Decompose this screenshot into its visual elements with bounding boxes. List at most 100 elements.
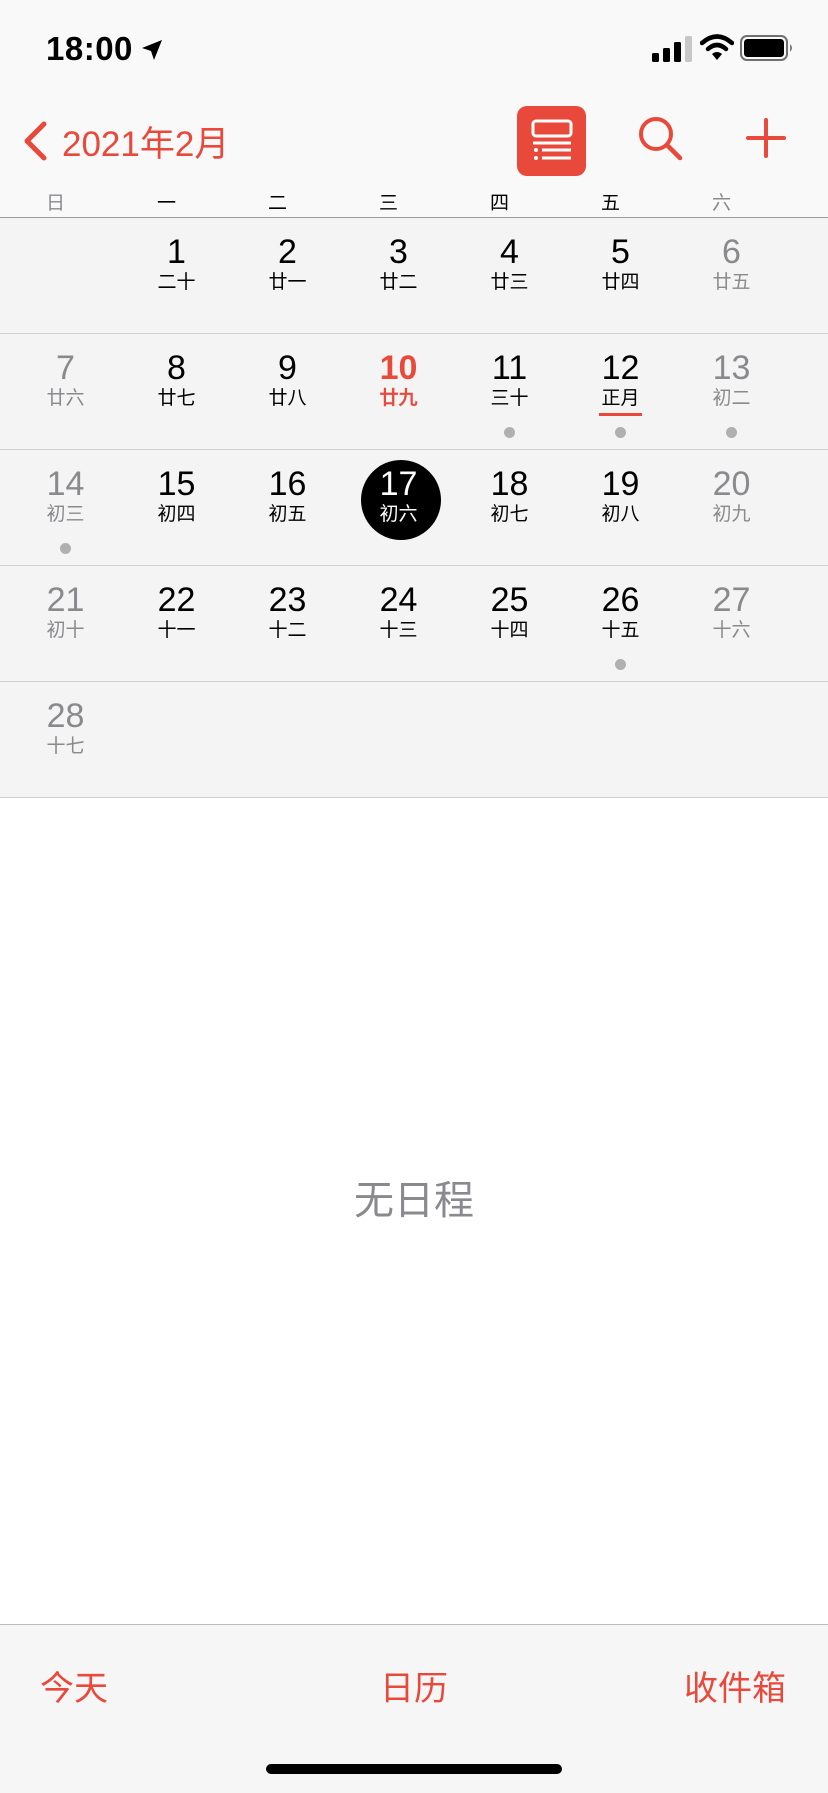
- day-cell[interactable]: 11 三十: [454, 334, 565, 449]
- day-cell[interactable]: 28 十七: [10, 682, 121, 797]
- day-cell-selected[interactable]: 17 初六: [343, 450, 454, 565]
- calendars-button[interactable]: 日历: [380, 1661, 448, 1710]
- day-number: 9: [278, 349, 297, 387]
- day-number: 6: [722, 233, 741, 271]
- list-view-toggle-button[interactable]: [517, 106, 586, 176]
- chevron-left-icon: [24, 121, 47, 161]
- day-number: 13: [712, 349, 751, 387]
- cellular-signal-icon: [652, 36, 692, 62]
- day-cell[interactable]: 3 廿二: [343, 218, 454, 333]
- week-row: 28 十七: [0, 682, 828, 798]
- today-button[interactable]: 今天: [40, 1661, 108, 1710]
- day-cell[interactable]: 22 十一: [121, 566, 232, 681]
- lunar-date: 十四: [490, 620, 529, 641]
- lunar-date: 廿八: [268, 388, 307, 409]
- day-number: 24: [379, 581, 418, 619]
- day-cell[interactable]: 16 初五: [232, 450, 343, 565]
- day-number: 23: [268, 581, 307, 619]
- status-bar: 18:00: [0, 0, 828, 92]
- day-cell-today[interactable]: 10 廿九: [343, 334, 454, 449]
- lunar-date: 初八: [601, 504, 640, 525]
- day-number: 1: [167, 233, 186, 271]
- day-number: 27: [712, 581, 751, 619]
- day-number: 10: [379, 349, 418, 387]
- event-dot: [60, 543, 71, 554]
- day-number: 11: [491, 349, 528, 387]
- day-number: 26: [601, 581, 640, 619]
- day-cell[interactable]: 14 初三: [10, 450, 121, 565]
- search-icon[interactable]: [636, 114, 684, 162]
- lunar-date: 廿七: [157, 388, 196, 409]
- inbox-button[interactable]: 收件箱: [684, 1661, 786, 1710]
- day-number: 2: [278, 233, 297, 271]
- lunar-date: 初四: [157, 504, 196, 525]
- lunar-date: 初七: [490, 504, 529, 525]
- day-cell[interactable]: 19 初八: [565, 450, 676, 565]
- day-cell[interactable]: 9 廿八: [232, 334, 343, 449]
- day-cell[interactable]: 20 初九: [676, 450, 787, 565]
- day-cell[interactable]: 13 初二: [676, 334, 787, 449]
- day-cell[interactable]: 1 二十: [121, 218, 232, 333]
- day-cell[interactable]: 23 十二: [232, 566, 343, 681]
- day-cell[interactable]: 5 廿四: [565, 218, 676, 333]
- lunar-date: 初九: [712, 504, 751, 525]
- day-cell[interactable]: 21 初十: [10, 566, 121, 681]
- weekday-header: 日 一 二 三 四 五 六: [0, 188, 828, 218]
- lunar-date: 廿九: [379, 388, 418, 409]
- day-number: 4: [500, 233, 519, 271]
- lunar-date: 十六: [712, 620, 751, 641]
- location-arrow-icon: [142, 40, 162, 60]
- week-row: 7 廿六 8 廿七 9 廿八 10 廿九 11 三十 12 正月 13 初二: [0, 334, 828, 450]
- weekday-label: 六: [711, 193, 731, 214]
- week-row: 21 初十 22 十一 23 十二 24 十三 25 十四 26 十五 27 十六: [0, 566, 828, 682]
- lunar-date: 十一: [157, 620, 196, 641]
- month-grid: 1 二十 2 廿一 3 廿二 4 廿三 5 廿四 6 廿五 7 廿六 8 廿七 9 廿八 10 廿九 11 三十 12 正月 1…: [0, 218, 828, 798]
- wifi-icon: [700, 34, 734, 60]
- day-number: 16: [268, 465, 307, 503]
- lunar-date: 初六: [379, 504, 418, 525]
- day-cell[interactable]: 4 廿三: [454, 218, 565, 333]
- event-dot: [615, 427, 626, 438]
- weekday-label: 四: [489, 193, 509, 214]
- weekday-label: 二: [267, 193, 287, 214]
- lunar-date: 二十: [157, 272, 196, 293]
- day-number: 15: [157, 465, 196, 503]
- lunar-date: 十三: [379, 620, 418, 641]
- day-number: 8: [167, 349, 186, 387]
- day-number: 14: [46, 465, 85, 503]
- day-number: 7: [56, 349, 75, 387]
- navigation-bar: 2021年2月 日 一 二 三 四 五 六: [0, 92, 828, 218]
- lunar-date: 廿二: [379, 272, 418, 293]
- lunar-date: 初五: [268, 504, 307, 525]
- day-cell[interactable]: 26 十五: [565, 566, 676, 681]
- day-cell[interactable]: 15 初四: [121, 450, 232, 565]
- day-cell[interactable]: 27 十六: [676, 566, 787, 681]
- add-event-icon[interactable]: [745, 114, 787, 162]
- day-cell[interactable]: 7 廿六: [10, 334, 121, 449]
- week-row: 14 初三 15 初四 16 初五 17 初六 18 初七 19 初八 20 初九: [0, 450, 828, 566]
- day-number: 25: [490, 581, 529, 619]
- weekday-label: 日: [45, 193, 65, 214]
- back-to-month-button[interactable]: 2021年2月: [22, 116, 229, 166]
- day-cell[interactable]: 18 初七: [454, 450, 565, 565]
- lunar-date: 正月: [601, 388, 640, 409]
- lunar-date: 十五: [601, 620, 640, 641]
- day-number: 20: [712, 465, 751, 503]
- lunar-date: 初十: [46, 620, 85, 641]
- day-number: 19: [601, 465, 640, 503]
- list-view-icon: [531, 119, 572, 160]
- status-time: 18:00: [46, 30, 133, 67]
- day-cell[interactable]: 6 廿五: [676, 218, 787, 333]
- day-cell[interactable]: 12 正月: [565, 334, 676, 449]
- day-number: 21: [46, 581, 85, 619]
- day-cell[interactable]: 8 廿七: [121, 334, 232, 449]
- lunar-date: 廿一: [268, 272, 307, 293]
- day-cell[interactable]: 2 廿一: [232, 218, 343, 333]
- day-number: 28: [46, 697, 85, 735]
- day-number: 17: [379, 465, 418, 503]
- day-number: 12: [601, 349, 640, 387]
- day-cell[interactable]: 24 十三: [343, 566, 454, 681]
- lunar-date: 廿六: [46, 388, 85, 409]
- day-cell[interactable]: 25 十四: [454, 566, 565, 681]
- day-number: 3: [389, 233, 408, 271]
